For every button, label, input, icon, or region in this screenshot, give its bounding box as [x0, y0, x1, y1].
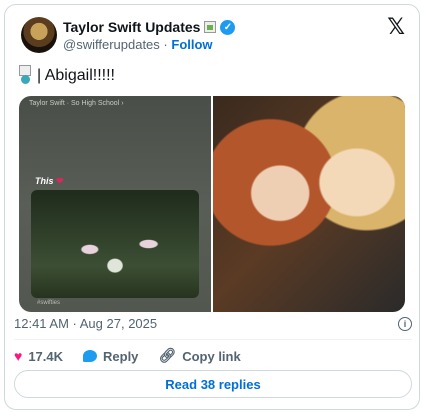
verified-badge-icon: ✓ [220, 19, 236, 35]
timestamp[interactable]: 12:41 AM · Aug 27, 2025 [14, 316, 157, 331]
copy-link-label: Copy link [182, 348, 241, 364]
media-grid: Taylor Swift · So High School › This ❤ #… [19, 96, 405, 312]
reply-label: Reply [103, 348, 139, 364]
author-row: Taylor Swift Updates ✓ [63, 19, 236, 35]
reply-button[interactable]: Reply [83, 349, 138, 364]
heart-emoji-icon: ❤ [56, 176, 64, 186]
info-icon[interactable]: i [398, 316, 412, 331]
meta-row: 12:41 AM · Aug 27, 2025 i [14, 316, 412, 331]
heart-icon: ♥ [14, 348, 23, 364]
reply-icon [83, 350, 98, 362]
story-caption-text: This [35, 176, 54, 186]
link-icon: 🔗︎ [158, 348, 177, 364]
separator: · [163, 37, 168, 52]
avatar[interactable] [21, 17, 57, 53]
story-header-text: Taylor Swift · So High School › [29, 100, 124, 107]
garden-photo [31, 190, 199, 298]
follow-link[interactable]: Follow [171, 37, 212, 52]
handle-row: @swifferupdates · Follow [63, 37, 213, 52]
broken-image-icon [204, 21, 217, 33]
media-story-screenshot[interactable]: Taylor Swift · So High School › This ❤ #… [19, 96, 211, 312]
broken-emoji-icon [19, 65, 33, 87]
story-footer-text: #swifties [37, 300, 61, 306]
story-caption: This ❤ [35, 176, 64, 187]
divider [14, 339, 412, 340]
copy-link-button[interactable]: 🔗︎ Copy link [158, 348, 240, 364]
x-logo-icon[interactable]: 𝕏 [387, 15, 405, 40]
like-button[interactable]: ♥ 17.4K [14, 348, 63, 364]
author-handle[interactable]: @swifferupdates [63, 37, 160, 52]
media-photo[interactable] [213, 96, 405, 312]
author-name[interactable]: Taylor Swift Updates [63, 19, 200, 35]
tweet-body: | Abigail!!!!! [37, 67, 115, 84]
like-count: 17.4K [28, 348, 64, 364]
action-bar: ♥ 17.4K Reply 🔗︎ Copy link [14, 348, 261, 364]
read-replies-button[interactable]: Read 38 replies [14, 370, 412, 398]
tweet-text: | Abigail!!!!! [19, 65, 115, 87]
